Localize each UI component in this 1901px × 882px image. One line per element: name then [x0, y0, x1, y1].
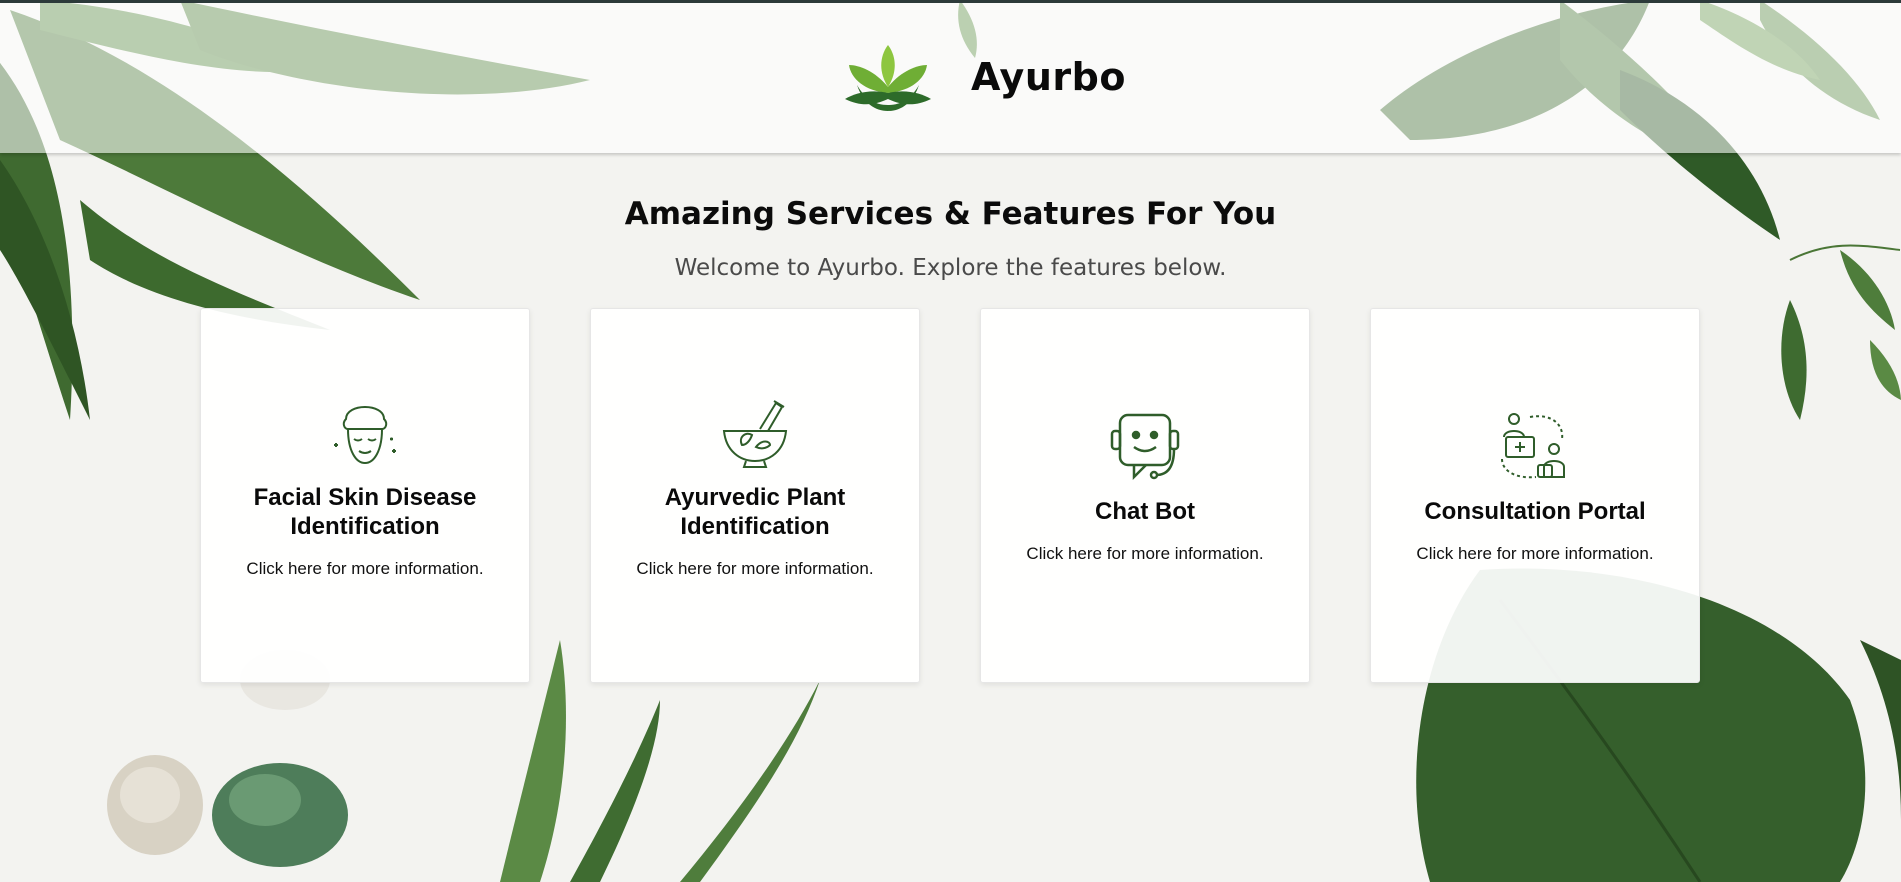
card-facial-skin-disease[interactable]: Facial Skin Disease Identification Click…: [200, 308, 530, 683]
brand[interactable]: Ayurbo: [845, 41, 1126, 113]
card-text: Click here for more information.: [636, 558, 874, 578]
card-text: Click here for more information.: [1416, 544, 1654, 563]
lotus-logo-icon: [845, 45, 931, 111]
mortar-pestle-icon: [722, 399, 788, 468]
card-chat-bot[interactable]: Chat Bot Click here for more information…: [980, 308, 1310, 683]
chatbot-icon: [1110, 413, 1180, 481]
card-text: Click here for more information.: [246, 558, 484, 578]
site-header: Ayurbo: [0, 3, 1901, 153]
card-text: Click here for more information.: [1026, 544, 1264, 563]
card-title: Consultation Portal: [1424, 498, 1646, 525]
top-border: [0, 0, 1901, 3]
brand-name: Ayurbo: [971, 55, 1126, 99]
card-ayurvedic-plant[interactable]: Ayurvedic Plant Identification Click her…: [590, 308, 920, 683]
page-subtitle: Welcome to Ayurbo. Explore the features …: [674, 255, 1227, 281]
card-title: Ayurvedic Plant Identification: [664, 483, 846, 540]
card-title: Chat Bot: [1095, 498, 1195, 525]
consultation-icon: [1501, 413, 1565, 479]
card-consultation-portal[interactable]: Consultation Portal Click here for more …: [1370, 308, 1700, 683]
page-title: Amazing Services & Features For You: [624, 196, 1277, 232]
card-title: Facial Skin Disease Identification: [253, 483, 477, 540]
face-skincare-icon: [334, 405, 396, 464]
